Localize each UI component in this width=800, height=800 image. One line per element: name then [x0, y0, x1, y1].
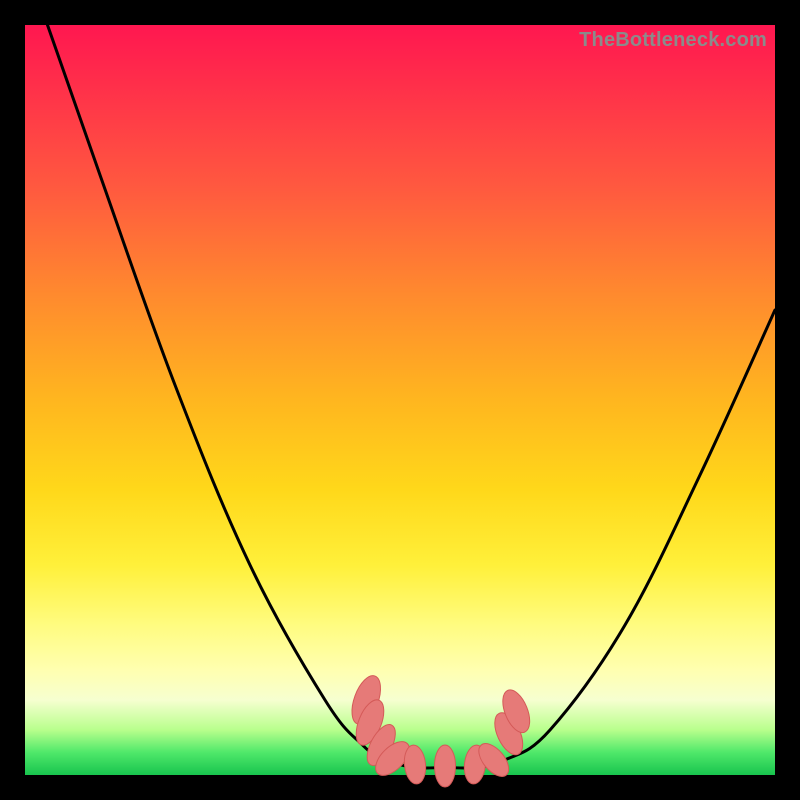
bottleneck-curve	[25, 25, 775, 775]
valley-markers	[346, 672, 535, 787]
valley-marker	[435, 745, 456, 787]
valley-marker	[403, 744, 428, 785]
curve-path	[48, 25, 776, 768]
plot-area: TheBottleneck.com	[25, 25, 775, 775]
chart-frame: TheBottleneck.com	[0, 0, 800, 800]
